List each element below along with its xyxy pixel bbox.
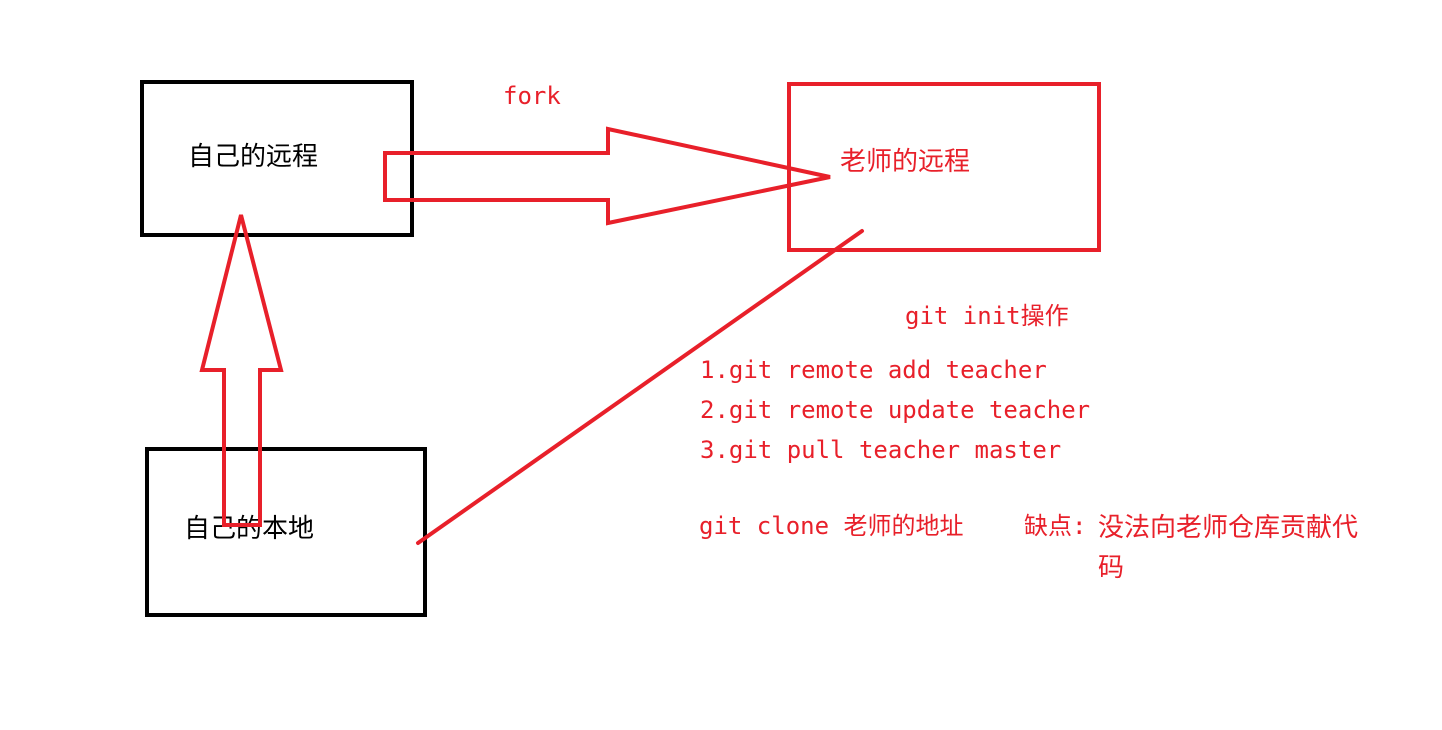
step-3: 3.git pull teacher master (700, 436, 1061, 464)
fork-arrow (383, 126, 831, 226)
push-arrow (199, 214, 284, 527)
clone-line (416, 229, 864, 545)
drawback-label: 缺点: (1024, 512, 1086, 540)
git-init-heading: git init操作 (905, 302, 1069, 330)
drawback-line-1: 没法向老师仓库贡献代 (1098, 513, 1358, 543)
own-remote-label: 自己的远程 (188, 142, 318, 172)
git-workflow-diagram: 自己的远程 老师的远程 自己的本地 fork git init操作 1.git … (140, 80, 1358, 617)
clone-note: git clone 老师的地址 (699, 512, 964, 540)
step-2: 2.git remote update teacher (700, 396, 1090, 424)
teacher-remote-label: 老师的远程 (840, 147, 970, 177)
fork-label: fork (503, 82, 561, 110)
own-local-label: 自己的本地 (184, 514, 314, 544)
drawback-line-2: 码 (1098, 553, 1124, 583)
step-1: 1.git remote add teacher (700, 356, 1047, 384)
